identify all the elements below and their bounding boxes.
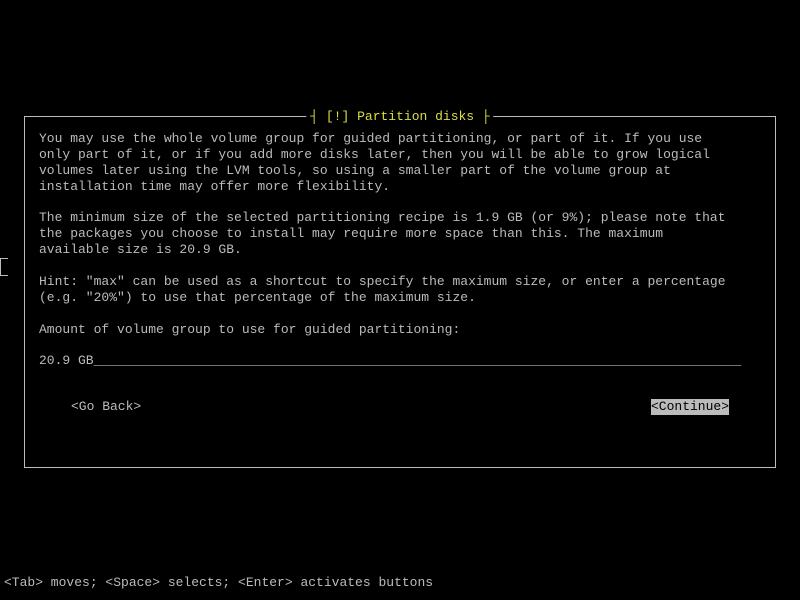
go-back-button[interactable]: <Go Back> xyxy=(71,399,141,415)
dialog-content: You may use the whole volume group for g… xyxy=(25,117,775,415)
partition-dialog: ┤ [!] Partition disks ├ You may use the … xyxy=(24,116,776,468)
title-right-rule: ├ xyxy=(474,109,490,124)
paragraph-1: You may use the whole volume group for g… xyxy=(39,131,761,194)
help-line: <Tab> moves; <Space> selects; <Enter> ac… xyxy=(4,575,433,590)
continue-button[interactable]: <Continue> xyxy=(651,399,729,415)
title-left-rule: ┤ xyxy=(310,109,326,124)
title-text: [!] Partition disks xyxy=(326,109,474,124)
dialog-title: ┤ [!] Partition disks ├ xyxy=(306,109,493,124)
button-row: <Go Back> <Continue> xyxy=(39,399,761,415)
paragraph-2: The minimum size of the selected partiti… xyxy=(39,210,761,258)
dialog-left-bracket xyxy=(0,258,8,276)
volume-size-input[interactable]: 20.9 GB_________________________________… xyxy=(39,353,761,369)
prompt-label: Amount of volume group to use for guided… xyxy=(39,322,761,338)
paragraph-3: Hint: "max" can be used as a shortcut to… xyxy=(39,274,761,306)
